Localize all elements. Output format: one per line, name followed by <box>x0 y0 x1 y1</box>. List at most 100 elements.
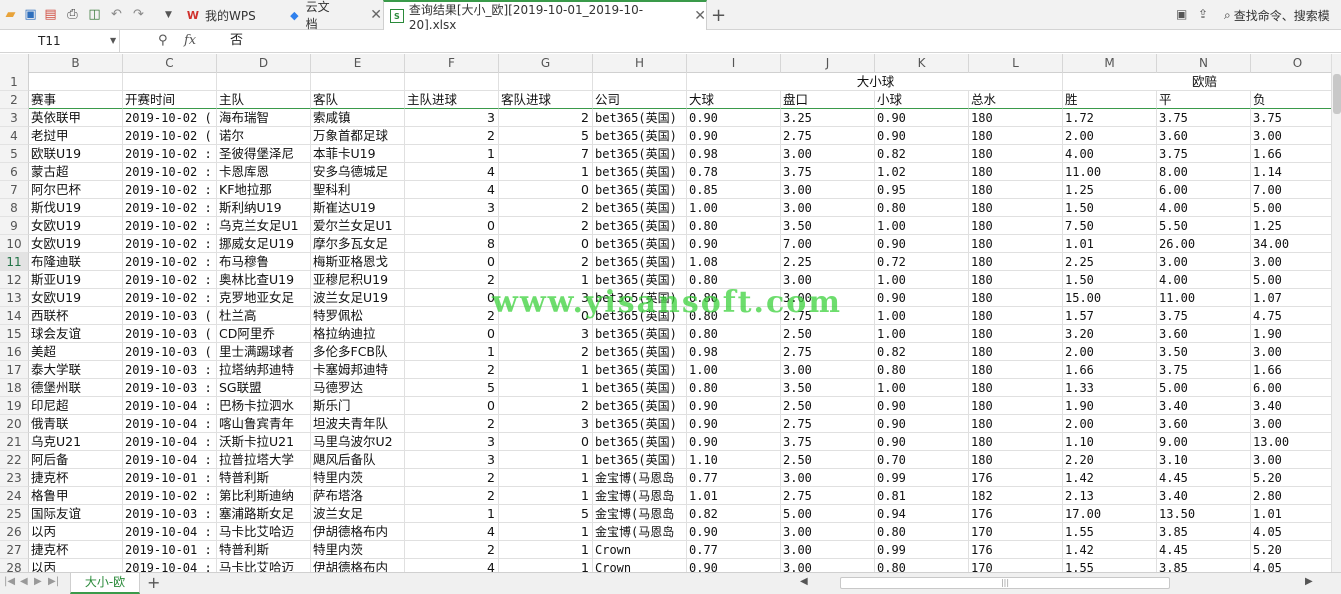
fx-icon[interactable]: fx <box>184 33 196 48</box>
table-cell[interactable]: bet365(英国) <box>593 109 687 127</box>
table-cell[interactable]: 卡恩库恩 <box>217 163 311 181</box>
table-cell[interactable]: 0.80 <box>687 379 781 397</box>
table-cell[interactable]: 1.25 <box>1063 181 1157 199</box>
save-icon[interactable]: ▣ <box>22 6 39 23</box>
table-cell[interactable]: 2.13 <box>1063 487 1157 505</box>
table-cell[interactable]: 2 <box>405 415 499 433</box>
print-icon[interactable]: ⎙ <box>64 6 81 23</box>
table-cell[interactable]: 2.50 <box>781 451 875 469</box>
table-cell[interactable]: 6.00 <box>1251 379 1331 397</box>
table-cell[interactable]: 1.10 <box>687 451 781 469</box>
table-cell[interactable]: 2.00 <box>1063 343 1157 361</box>
table-cell[interactable]: 1.50 <box>1063 271 1157 289</box>
table-cell[interactable]: 0.80 <box>875 361 969 379</box>
table-cell[interactable]: bet365(英国) <box>593 217 687 235</box>
table-cell[interactable]: 0.85 <box>687 181 781 199</box>
table-cell[interactable]: 波兰女足U19 <box>311 289 405 307</box>
table-cell[interactable]: 本菲卡U19 <box>311 145 405 163</box>
group-header-over-under[interactable]: 大小球 <box>687 73 1063 91</box>
table-cell[interactable]: 0 <box>405 253 499 271</box>
table-cell[interactable]: 3.50 <box>1157 343 1251 361</box>
table-cell[interactable]: 杜兰高 <box>217 307 311 325</box>
table-cell[interactable]: 2019-10-02 : <box>123 199 217 217</box>
table-cell[interactable]: bet365(英国) <box>593 163 687 181</box>
table-cell[interactable]: 7.50 <box>1063 217 1157 235</box>
table-cell[interactable] <box>405 73 499 91</box>
table-cell[interactable]: 乌克兰女足U1 <box>217 217 311 235</box>
table-cell[interactable]: 3.00 <box>781 559 875 572</box>
row-header[interactable]: 15 <box>0 325 29 343</box>
table-cell[interactable]: 亚穆尼积U19 <box>311 271 405 289</box>
spreadsheet-grid[interactable]: BCDEFGHIJKLMNO 1 大小球 欧赔 2 赛事 开赛时间 主队 客队 主队进球 客队进球… <box>0 54 1331 572</box>
table-cell[interactable]: 特普利斯 <box>217 541 311 559</box>
table-cell[interactable]: 3.00 <box>781 541 875 559</box>
table-cell[interactable]: 3.50 <box>781 379 875 397</box>
table-cell[interactable]: 海布瑞智 <box>217 109 311 127</box>
table-cell[interactable]: 英依联甲 <box>29 109 123 127</box>
open-folder-icon[interactable]: ▰ <box>2 6 19 23</box>
table-cell[interactable]: 2.75 <box>781 415 875 433</box>
export-pdf-icon[interactable]: ▤ <box>42 6 59 23</box>
row-header[interactable]: 6 <box>0 163 29 181</box>
group-header-european-odds[interactable]: 欧赔 <box>1063 73 1331 91</box>
table-cell[interactable]: 7.00 <box>781 235 875 253</box>
table-cell[interactable]: 3.40 <box>1157 397 1251 415</box>
table-cell[interactable]: 1.00 <box>875 307 969 325</box>
table-cell[interactable] <box>217 73 311 91</box>
table-cell[interactable]: 2019-10-03 : <box>123 505 217 523</box>
table-cell[interactable]: 1.01 <box>687 487 781 505</box>
prev-sheet-icon[interactable]: ◀ <box>20 576 28 587</box>
table-cell[interactable]: 0.90 <box>875 289 969 307</box>
table-cell[interactable]: 1 <box>499 541 593 559</box>
table-cell[interactable]: 伊胡德格布内 <box>311 559 405 572</box>
table-cell[interactable]: 3.00 <box>1251 451 1331 469</box>
table-cell[interactable]: 0.80 <box>687 325 781 343</box>
table-cell[interactable]: 1 <box>499 523 593 541</box>
table-cell[interactable]: 180 <box>969 325 1063 343</box>
row-header[interactable]: 16 <box>0 343 29 361</box>
table-cell[interactable]: 开赛时间 <box>123 91 217 109</box>
column-header[interactable]: I <box>687 54 781 73</box>
row-header[interactable]: 14 <box>0 307 29 325</box>
table-cell[interactable]: 0.98 <box>687 343 781 361</box>
table-cell[interactable]: 2019-10-02 : <box>123 181 217 199</box>
table-cell[interactable]: 0 <box>405 325 499 343</box>
table-cell[interactable]: 斯乐门 <box>311 397 405 415</box>
table-cell[interactable]: 2 <box>499 199 593 217</box>
table-cell[interactable]: 0.80 <box>875 523 969 541</box>
table-cell[interactable]: 平 <box>1157 91 1251 109</box>
table-cell[interactable]: 4.45 <box>1157 469 1251 487</box>
row-header[interactable]: 28 <box>0 559 29 572</box>
table-cell[interactable]: 2 <box>499 217 593 235</box>
table-cell[interactable]: bet365(英国) <box>593 361 687 379</box>
row-header[interactable]: 2 <box>0 91 29 109</box>
table-cell[interactable]: 1.01 <box>1251 505 1331 523</box>
table-cell[interactable]: 阿后备 <box>29 451 123 469</box>
table-cell[interactable]: 5.00 <box>781 505 875 523</box>
table-cell[interactable] <box>593 73 687 91</box>
table-cell[interactable]: 斯伐U19 <box>29 199 123 217</box>
table-cell[interactable]: 0.80 <box>875 199 969 217</box>
column-header[interactable]: F <box>405 54 499 73</box>
table-cell[interactable]: 1.72 <box>1063 109 1157 127</box>
table-cell[interactable]: 球会友谊 <box>29 325 123 343</box>
table-cell[interactable]: 马里乌波尔U2 <box>311 433 405 451</box>
table-cell[interactable]: 挪威女足U19 <box>217 235 311 253</box>
table-cell[interactable]: 1.00 <box>875 379 969 397</box>
table-cell[interactable]: 1.01 <box>1063 235 1157 253</box>
table-cell[interactable]: 180 <box>969 199 1063 217</box>
table-cell[interactable]: 3.60 <box>1157 325 1251 343</box>
table-cell[interactable]: bet365(英国) <box>593 289 687 307</box>
table-cell[interactable]: 飓风后备队 <box>311 451 405 469</box>
table-cell[interactable]: 2.75 <box>781 127 875 145</box>
table-cell[interactable]: 3.20 <box>1063 325 1157 343</box>
table-cell[interactable]: 4 <box>405 559 499 572</box>
table-cell[interactable]: 1.25 <box>1251 217 1331 235</box>
table-cell[interactable]: 布隆迪联 <box>29 253 123 271</box>
table-cell[interactable]: 万象首都足球 <box>311 127 405 145</box>
table-cell[interactable]: bet365(英国) <box>593 181 687 199</box>
table-cell[interactable]: 1.10 <box>1063 433 1157 451</box>
row-header[interactable]: 5 <box>0 145 29 163</box>
table-cell[interactable]: 2019-10-04 : <box>123 451 217 469</box>
table-cell[interactable]: 5.50 <box>1157 217 1251 235</box>
